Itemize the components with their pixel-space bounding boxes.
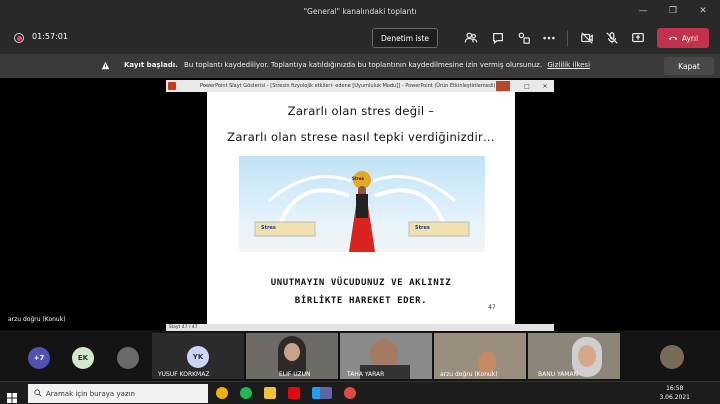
file-explorer-icon[interactable] [264, 387, 276, 399]
banner-message: Kayıt başladı. Bu toplantı kaydediliyor.… [124, 61, 590, 69]
participant-tile-yusuf[interactable]: YK YUSUF KORKMAZ [152, 333, 244, 379]
participant-name: TAHA YARAR [347, 371, 385, 378]
recording-banner: Kayıt başladı. Bu toplantı kaydediliyor.… [0, 54, 720, 78]
app-icon[interactable] [344, 387, 356, 399]
powerpoint-icon [168, 82, 176, 90]
stres-label-left: Stres [261, 225, 276, 231]
self-view-avatar[interactable] [660, 345, 684, 369]
stres-label-right: Stres [415, 225, 430, 231]
chat-icon[interactable] [490, 30, 506, 46]
chrome-icon[interactable] [216, 387, 228, 399]
windows-start-icon[interactable] [7, 388, 17, 403]
request-control-button[interactable]: Denetim iste [372, 28, 438, 48]
slide-number: 47 [488, 304, 496, 311]
participant-avatar-yk: YK [187, 346, 209, 368]
slide-heading-1: Zararlı olan stres değil – [287, 104, 435, 118]
leave-button[interactable]: Ayrıl [657, 28, 709, 48]
taskbar-clock: 16:58 3.06.2021 [659, 384, 690, 402]
clock-date: 3.06.2021 [659, 394, 690, 401]
ppt-cursor-highlight [496, 81, 510, 91]
recording-icon [14, 33, 24, 43]
banner-close-button[interactable]: Kapat [664, 57, 714, 75]
ppt-close-icon[interactable]: ✕ [538, 80, 552, 92]
stres-label-top: Stres [352, 176, 364, 181]
toolbar-divider [567, 30, 568, 46]
participant-name: YUSUF KORKMAZ [158, 371, 210, 378]
restore-icon[interactable]: ❐ [658, 0, 688, 22]
slide-subtext-1: UNUTMAYIN VÜCUDUNUZ VE AKLINIZ [270, 278, 452, 288]
phone-hangup-icon [668, 36, 678, 40]
participant-tile-taha[interactable]: TAHA YARAR [340, 333, 432, 379]
banner-bold: Kayıt başladı. [124, 61, 178, 69]
spotify-icon[interactable] [240, 387, 252, 399]
participant-avatar-ek[interactable]: EK [72, 347, 94, 369]
powerpoint-titlebar: PowerPoint Slayt Gösterisi - [Stresin fi… [166, 80, 554, 92]
meeting-timer: 01:57:01 [32, 32, 68, 41]
minimize-icon[interactable]: — [628, 0, 658, 22]
microphone-off-icon[interactable] [604, 30, 620, 46]
stress-illustration: Stres Stres Stres [239, 156, 485, 252]
ppt-maximize-icon[interactable]: □ [520, 80, 534, 92]
participant-name: BANU YAMAN [538, 371, 579, 378]
participant-name: arzu doğru (Konuk) [440, 371, 498, 378]
window-title: "General" kanalındaki toplantı [303, 6, 417, 16]
more-participants-badge[interactable]: +7 [28, 347, 50, 369]
participant-name: ELIF UZUN [279, 371, 311, 378]
presenter-name: arzu doğru (Konuk) [8, 316, 66, 323]
participants-icon[interactable] [463, 30, 479, 46]
participant-photo-avatar[interactable] [117, 347, 139, 369]
powerpoint-statusbar: Slayt 47 / 47 [166, 324, 554, 331]
warning-icon [101, 61, 110, 70]
leave-label: Ayrıl [681, 33, 699, 43]
participant-face [578, 345, 596, 367]
participant-tile-banu[interactable]: BANU YAMAN [528, 333, 620, 379]
more-options-icon[interactable] [541, 30, 557, 46]
powerpoint-title: PowerPoint Slayt Gösterisi - [Stresin fi… [200, 83, 496, 89]
search-placeholder: Aramak için buraya yazın [46, 389, 135, 398]
share-screen-icon[interactable] [630, 30, 646, 46]
slide: Zararlı olan stres değil – Zararlı olan … [207, 92, 515, 324]
breakout-rooms-icon[interactable] [516, 30, 532, 46]
participant-tile-elif[interactable]: ELIF UZUN [246, 333, 338, 379]
privacy-link[interactable]: Gizlilik ilkesi [547, 61, 590, 69]
taskbar-search-input[interactable]: Aramak için buraya yazın [28, 384, 208, 403]
search-icon [34, 389, 42, 397]
camera-off-icon[interactable] [579, 30, 595, 46]
participant-tile-arzu[interactable]: arzu doğru (Konuk) [434, 333, 526, 379]
participant-face [284, 343, 300, 361]
window-titlebar: "General" kanalındaki toplantı — ❐ ✕ [0, 0, 720, 22]
netflix-icon[interactable] [288, 387, 300, 399]
close-icon[interactable]: ✕ [688, 0, 718, 22]
clock-time: 16:58 [666, 385, 684, 392]
slide-heading-2: Zararlı olan strese nasıl tepki verdiğin… [227, 130, 495, 144]
windows-taskbar: Aramak için buraya yazın 16:58 3.06.2021 [0, 381, 720, 404]
meeting-toolbar: 01:57:01 Denetim iste Ayrıl [0, 22, 720, 54]
slide-subtext-2: BİRLİKTE HAREKET EDER. [294, 296, 428, 306]
teams-icon[interactable] [320, 387, 332, 399]
slide-status: Slayt 47 / 47 [169, 325, 198, 330]
banner-text: Bu toplantı kaydediliyor. Toplantıya kat… [184, 61, 543, 69]
